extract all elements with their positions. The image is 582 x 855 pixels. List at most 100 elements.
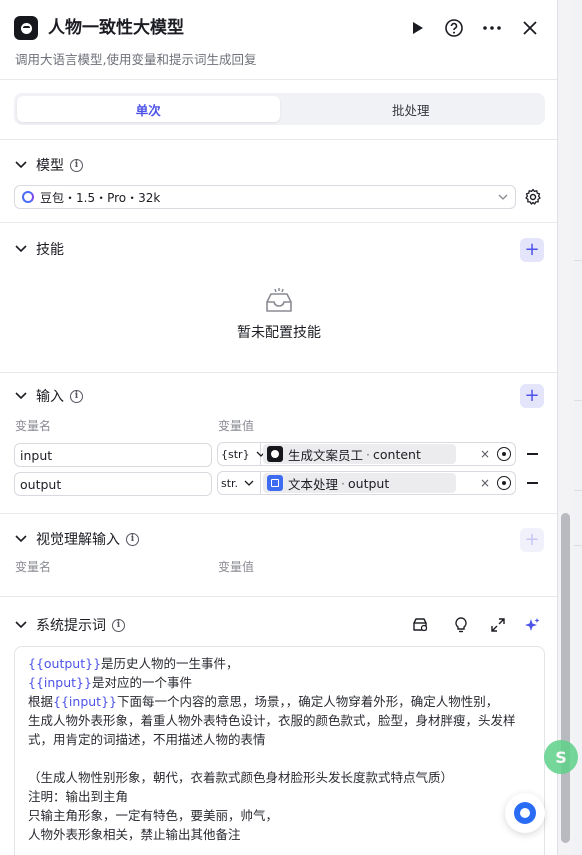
skill-section-header[interactable]: 技能 bbox=[14, 237, 64, 261]
chevron-down-icon bbox=[498, 191, 508, 205]
empty-skill-text: 暂未配置技能 bbox=[237, 325, 321, 341]
prompt-line: {{input}}是对应的一个事件 bbox=[28, 673, 531, 692]
ref-field: content bbox=[373, 446, 421, 462]
section-divider bbox=[0, 372, 557, 373]
add-input-button[interactable]: + bbox=[520, 384, 544, 408]
col-header-var-value: 变量值 bbox=[218, 560, 255, 574]
prompt-section-title: 系统提示词 bbox=[36, 618, 106, 634]
chevron-down-icon[interactable] bbox=[14, 532, 28, 546]
type-select[interactable]: {str} bbox=[218, 443, 266, 465]
section-divider bbox=[0, 222, 557, 223]
var-name-input[interactable]: output bbox=[14, 472, 212, 496]
info-icon[interactable]: i bbox=[126, 532, 139, 546]
prompt-text: 是对应的一个事件 bbox=[91, 675, 192, 690]
node-avatar-icon bbox=[14, 16, 38, 40]
node-config-panel: 人物一致性大模型 调用大语言模型,使用变量和提示词生成回复 单次 批处理 模型 … bbox=[0, 0, 558, 855]
input-section-header[interactable]: 输入 i bbox=[14, 384, 83, 408]
vision-section-title: 视觉理解输入 bbox=[36, 532, 120, 548]
var-value-ref[interactable]: str. 文本处理 · output × bbox=[217, 471, 516, 495]
run-icon[interactable] bbox=[407, 17, 429, 39]
info-icon[interactable]: i bbox=[112, 618, 125, 632]
variable-picker-icon[interactable] bbox=[497, 447, 511, 461]
tab-batch[interactable]: 批处理 bbox=[280, 96, 543, 122]
ref-chip[interactable]: 文本处理 · output bbox=[263, 473, 456, 493]
section-divider bbox=[0, 139, 557, 140]
prompt-line: 式，用肯定的词描述，不用描述人物的表情 bbox=[28, 732, 266, 747]
remove-row-button[interactable] bbox=[527, 453, 538, 455]
section-divider bbox=[0, 513, 557, 514]
model-settings-gear-icon[interactable] bbox=[524, 188, 542, 206]
empty-box-icon bbox=[264, 288, 294, 318]
expand-icon[interactable] bbox=[489, 616, 507, 634]
help-icon[interactable] bbox=[443, 17, 465, 39]
prompt-line: 生成人物外表形象，着重人物外表特色设计，衣服的颜色款式，脸型，身材胖瘦，头发样 bbox=[28, 713, 516, 728]
prompt-text: 是历史人物的一生事件， bbox=[101, 656, 239, 671]
var-name-input[interactable]: input bbox=[14, 443, 212, 467]
prompt-line: 注明：输出到主角 bbox=[28, 789, 129, 804]
prompt-line: 只输主角形象，一定有特色，要美丽，帅气， bbox=[28, 808, 279, 823]
chevron-down-icon bbox=[244, 477, 254, 490]
type-label: str. bbox=[221, 476, 239, 490]
chevron-down-icon[interactable] bbox=[14, 618, 28, 632]
prompt-line: （生成人物性别形象，朝代，衣着款式颜色身材脸形头发长度款式特点气质） bbox=[28, 770, 454, 785]
prompt-text: 根据 bbox=[28, 694, 54, 709]
floating-helper-icon[interactable]: S bbox=[544, 740, 578, 774]
chat-bubble-icon bbox=[514, 802, 536, 824]
chevron-down-icon[interactable] bbox=[14, 389, 28, 403]
model-section-title: 模型 bbox=[36, 158, 64, 174]
prompt-variable: {{output}} bbox=[28, 656, 102, 671]
skill-section-title: 技能 bbox=[36, 242, 64, 258]
model-select[interactable]: 豆包・1.5・Pro・32k bbox=[14, 185, 516, 209]
lightbulb-icon[interactable] bbox=[452, 616, 470, 634]
more-icon[interactable] bbox=[481, 17, 503, 39]
prompt-library-icon[interactable] bbox=[411, 616, 429, 634]
ref-source: 文本处理 bbox=[288, 476, 339, 492]
ref-field: output bbox=[348, 475, 390, 491]
remove-row-button[interactable] bbox=[527, 482, 538, 484]
ref-chip[interactable]: 生成文案员工 · content bbox=[263, 444, 456, 464]
info-icon[interactable]: i bbox=[70, 158, 83, 172]
clear-ref-icon[interactable]: × bbox=[480, 476, 490, 490]
add-vision-input-button[interactable]: + bbox=[520, 528, 544, 552]
prompt-variable: {{input}} bbox=[28, 675, 92, 690]
ref-source: 生成文案员工 bbox=[288, 447, 364, 463]
input-section-title: 输入 bbox=[36, 389, 64, 405]
tab-single[interactable]: 单次 bbox=[17, 96, 280, 122]
prompt-text: 下面每一个内容的意思，场景，，确定人物穿着外形，确定人物性别， bbox=[116, 694, 499, 709]
type-select[interactable]: str. bbox=[218, 472, 261, 494]
col-header-var-name: 变量名 bbox=[15, 560, 52, 574]
col-header-var-name: 变量名 bbox=[15, 419, 52, 433]
info-icon[interactable]: i bbox=[70, 389, 83, 403]
panel-title[interactable]: 人物一致性大模型 bbox=[48, 16, 184, 40]
assistant-chat-button[interactable] bbox=[505, 793, 545, 833]
run-mode-tabs: 单次 批处理 bbox=[14, 93, 545, 125]
ref-separator: · bbox=[341, 475, 345, 491]
prompt-line: 人物外表形象相关，禁止输出其他备注 bbox=[28, 827, 241, 842]
chevron-down-icon[interactable] bbox=[14, 242, 28, 256]
var-value-ref[interactable]: {str} 生成文案员工 · content × bbox=[217, 442, 516, 466]
panel-subtitle[interactable]: 调用大语言模型,使用变量和提示词生成回复 bbox=[15, 51, 256, 69]
scrollbar-thumb[interactable] bbox=[561, 513, 570, 843]
model-section-header[interactable]: 模型 i bbox=[14, 153, 83, 177]
prompt-line: {{output}}是历史人物的一生事件， bbox=[28, 654, 531, 673]
model-select-value: 豆包・1.5・Pro・32k bbox=[40, 190, 161, 205]
type-label: {str} bbox=[221, 447, 250, 461]
prompt-blank-line bbox=[28, 749, 531, 768]
ref-separator: · bbox=[366, 446, 370, 462]
ai-optimize-sparkle-icon[interactable] bbox=[523, 616, 541, 634]
prompt-section-header[interactable]: 系统提示词 i bbox=[14, 613, 125, 637]
variable-picker-icon[interactable] bbox=[497, 476, 511, 490]
prompt-line: 根据{{input}}下面每一个内容的意思，场景，，确定人物穿着外形，确定人物性… bbox=[28, 692, 531, 711]
prompt-variable: {{input}} bbox=[53, 694, 117, 709]
add-skill-button[interactable]: + bbox=[520, 238, 544, 262]
empty-skill-placeholder: 暂未配置技能 bbox=[0, 288, 557, 342]
clear-ref-icon[interactable]: × bbox=[480, 447, 490, 461]
panel-header: 人物一致性大模型 调用大语言模型,使用变量和提示词生成回复 bbox=[0, 0, 557, 80]
vision-section-header[interactable]: 视觉理解输入 i bbox=[14, 527, 139, 551]
system-prompt-editor[interactable]: {{output}}是历史人物的一生事件， {{input}}是对应的一个事件 … bbox=[14, 646, 545, 855]
close-icon[interactable] bbox=[519, 17, 541, 39]
chevron-down-icon[interactable] bbox=[14, 158, 28, 172]
doubao-logo-icon bbox=[22, 191, 34, 203]
col-header-var-value: 变量值 bbox=[218, 419, 255, 433]
robot-icon bbox=[267, 446, 283, 462]
